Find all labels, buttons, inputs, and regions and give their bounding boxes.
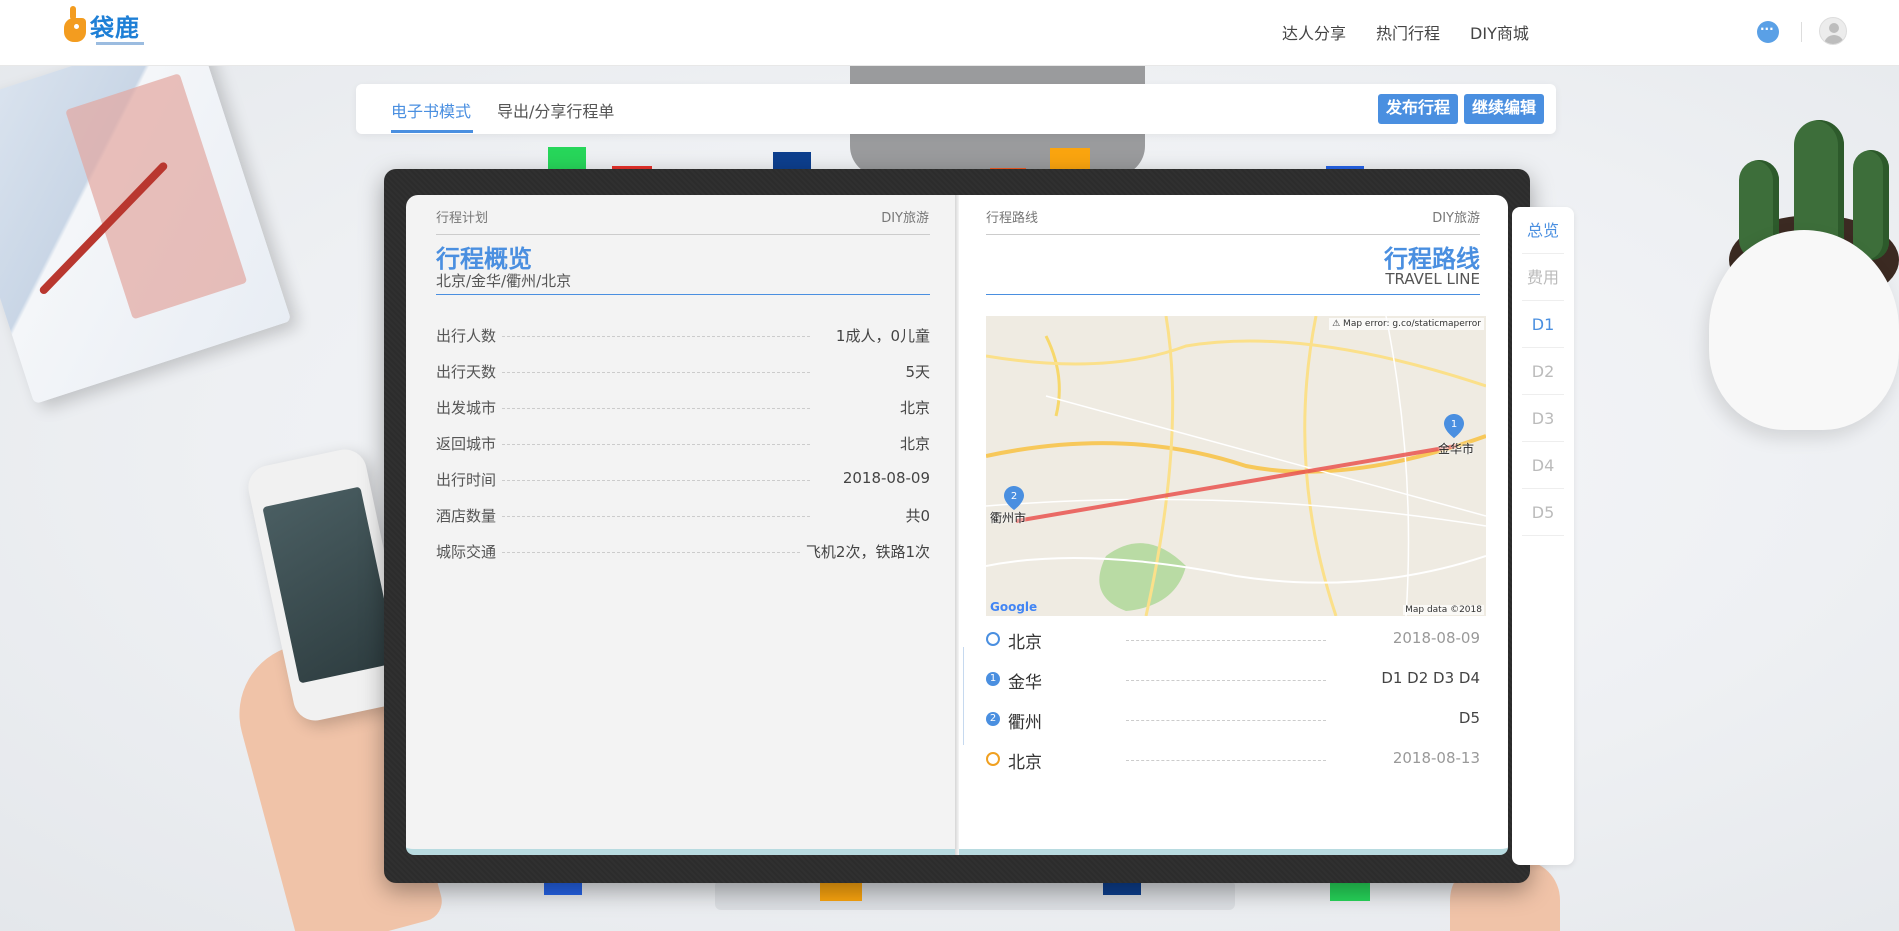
route-summary: 北京/金华/衢州/北京 — [436, 272, 572, 290]
cactus-decoration — [1853, 150, 1889, 260]
chapter-side-nav: 总览 费用 D1 D2 D3 D4 D5 — [1512, 207, 1574, 865]
route-city: 衢州 — [1008, 713, 1042, 733]
route-item: 2 衢州 D5 — [986, 707, 1480, 733]
route-stop-marker-icon: 2 — [986, 712, 1000, 726]
info-label: 返回城市 — [436, 433, 503, 454]
map-error-notice: ⚠ Map error: g.co/staticmaperror — [1329, 318, 1484, 330]
top-header: 袋鹿 达人分享 热门行程 DIY商城 — [0, 0, 1899, 66]
info-value: 5天 — [901, 361, 930, 382]
side-tab-overview[interactable]: 总览 — [1522, 207, 1564, 254]
header-divider — [986, 234, 1480, 235]
page-header-brand: DIY旅游 — [1432, 211, 1480, 226]
page-subtitle: TRAVEL LINE — [1385, 270, 1480, 288]
info-row-return-city: 返回城市 北京 — [436, 433, 930, 454]
publish-trip-button[interactable]: 发布行程 — [1378, 94, 1459, 124]
nav-item-expert-share[interactable]: 达人分享 — [1282, 20, 1346, 44]
book-spine — [955, 195, 959, 855]
route-item: 1 金华 D1 D2 D3 D4 — [986, 667, 1480, 693]
page-header-label: 行程路线 — [986, 211, 1039, 226]
info-value: 1成人，0儿童 — [831, 325, 930, 346]
logo-text: 袋鹿 — [90, 13, 140, 42]
route-start-marker-icon — [986, 632, 1000, 646]
route-date: 2018-08-09 — [1392, 629, 1480, 647]
info-row-transport: 城际交通 飞机2次，铁路1次 — [436, 541, 930, 562]
info-row-days: 出行天数 5天 — [436, 361, 930, 382]
info-value: 北京 — [895, 433, 930, 454]
avatar[interactable] — [1819, 17, 1847, 45]
info-row-travelers: 出行人数 1成人，0儿童 — [436, 325, 930, 346]
info-label: 城际交通 — [436, 541, 503, 562]
info-value: 北京 — [895, 397, 930, 418]
map-pin-label: 2 — [1011, 491, 1017, 502]
mode-toolbar: 电子书模式 导出/分享行程单 发布行程 继续编辑 — [356, 84, 1556, 134]
active-tab-underline — [391, 130, 473, 133]
map-pin-icon[interactable]: 2 — [1004, 486, 1024, 510]
tab-export-share[interactable]: 导出/分享行程单 — [497, 98, 614, 122]
info-value: 共0 — [901, 505, 930, 526]
continue-edit-button[interactable]: 继续编辑 — [1464, 94, 1545, 124]
page-title: 行程概览 — [436, 245, 532, 273]
route-item: 北京 2018-08-13 — [986, 747, 1480, 773]
route-city: 北京 — [1008, 753, 1042, 773]
header-divider — [436, 234, 930, 235]
side-tab-d4[interactable]: D4 — [1522, 442, 1564, 489]
side-tab-d1[interactable]: D1 — [1522, 301, 1564, 348]
logo[interactable]: 袋鹿 — [64, 6, 144, 45]
info-label: 出发城市 — [436, 397, 503, 418]
page-header-label: 行程计划 — [436, 211, 489, 226]
tab-ebook-mode[interactable]: 电子书模式 — [391, 98, 471, 122]
left-page: 行程计划 DIY旅游 行程概览 北京/金华/衢州/北京 出行人数 1成人，0儿童… — [406, 195, 957, 855]
info-row-travel-date: 出行时间 2018-08-09 — [436, 469, 930, 490]
map-city-label: 衢州市 — [990, 511, 1027, 525]
deer-logo-icon — [64, 6, 88, 44]
info-value: 2018-08-09 — [838, 469, 930, 487]
page-header-brand: DIY旅游 — [881, 211, 929, 226]
info-label: 酒店数量 — [436, 505, 503, 526]
info-row-departure-city: 出发城市 北京 — [436, 397, 930, 418]
route-connector — [963, 647, 964, 745]
page-title: 行程路线 — [1384, 245, 1480, 273]
info-label: 出行人数 — [436, 325, 503, 346]
nav-item-hot-trips[interactable]: 热门行程 — [1376, 20, 1440, 44]
route-days: D1 D2 D3 D4 — [1381, 669, 1480, 687]
chat-icon[interactable] — [1757, 21, 1779, 43]
title-underline — [436, 294, 930, 295]
nav-item-diy-mall[interactable]: DIY商城 — [1470, 20, 1529, 44]
info-value: 飞机2次，铁路1次 — [801, 541, 930, 562]
plant-pot-decoration — [1709, 230, 1899, 430]
route-date: 2018-08-13 — [1392, 749, 1480, 767]
side-tab-d2[interactable]: D2 — [1522, 348, 1564, 395]
route-city: 金华 — [1008, 673, 1042, 693]
side-tab-cost[interactable]: 费用 — [1522, 254, 1564, 301]
map-city-label: 金华市 — [1438, 442, 1475, 456]
map-data-credit: Map data ©2018 — [1403, 605, 1484, 615]
map-pin-icon[interactable]: 1 — [1444, 414, 1464, 438]
route-stop-marker-icon: 1 — [986, 672, 1000, 686]
right-page: 行程路线 DIY旅游 行程路线 TRAVEL LINE ⚠ Map error:… — [957, 195, 1508, 855]
google-logo: Google — [990, 600, 1038, 614]
route-city: 北京 — [1008, 633, 1042, 653]
side-tab-d3[interactable]: D3 — [1522, 395, 1564, 442]
map-pin-label: 1 — [1451, 419, 1457, 430]
header-divider — [1801, 22, 1802, 42]
route-map[interactable]: ⚠ Map error: g.co/staticmaperror 金华市 衢州市… — [986, 316, 1486, 616]
route-days: D5 — [1458, 709, 1480, 727]
info-row-hotel-count: 酒店数量 共0 — [436, 505, 930, 526]
keyboard-decoration — [715, 880, 1235, 910]
main-nav: 达人分享 热门行程 DIY商城 — [1282, 20, 1529, 44]
info-label: 出行天数 — [436, 361, 503, 382]
side-tab-d5[interactable]: D5 — [1522, 489, 1564, 536]
info-label: 出行时间 — [436, 469, 503, 490]
map-graphic — [986, 316, 1486, 616]
route-item: 北京 2018-08-09 — [986, 627, 1480, 653]
route-end-marker-icon — [986, 752, 1000, 766]
title-underline — [986, 294, 1480, 295]
